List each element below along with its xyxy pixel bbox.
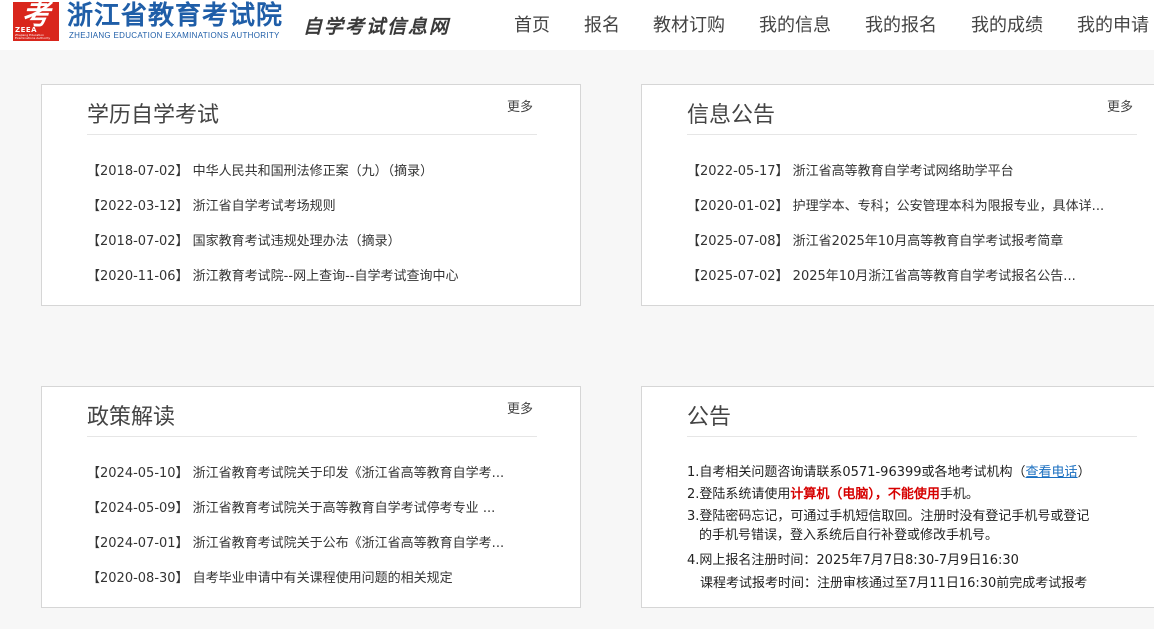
news-item[interactable]: 【2022-05-17】 浙江省高等教育自学考试网络助学平台 (687, 163, 1127, 181)
site-name: 自学考试信息网 (303, 16, 451, 38)
panel-title: 学历自学考试 (87, 103, 220, 128)
notice-emphasis: 计算机（电脑），不能使用 (790, 487, 940, 502)
notice-line-2: 2.登陆系统请使用计算机（电脑），不能使用手机。 (687, 486, 979, 504)
main-nav: 首页 报名 教材订购 我的信息 我的报名 我的成绩 我的申请 (500, 14, 1154, 38)
news-item[interactable]: 【2022-03-12】 浙江省自学考试考场规则 (87, 198, 527, 216)
news-item[interactable]: 【2024-07-01】 浙江省教育考试院关于公布《浙江省高等教育自学考... (87, 535, 527, 553)
notice-text: 1.自考相关问题咨询请联系0571-96399或各地考试机构（ (687, 465, 1026, 480)
notice-text: 手机。 (939, 487, 979, 502)
panel-info-announcements: 信息公告 更多 【2022-05-17】 浙江省高等教育自学考试网络助学平台 【… (641, 84, 1154, 306)
nav-my-scores[interactable]: 我的成绩 (971, 14, 1043, 38)
news-item[interactable]: 【2024-05-09】 浙江省教育考试院关于高等教育自学考试停考专业 ... (87, 500, 527, 518)
news-item[interactable]: 【2018-07-02】 中华人民共和国刑法修正案（九）（摘录） (87, 163, 527, 181)
news-item[interactable]: 【2020-01-02】 护理学本、专科；公安管理本科为限报专业，具体详... (687, 198, 1127, 216)
nav-my-applications[interactable]: 我的申请 (1077, 14, 1149, 38)
news-item[interactable]: 【2025-07-02】 2025年10月浙江省高等教育自学考试报名公告... (687, 268, 1127, 286)
logo-tiny-text: Zhejiang Education Examinations Authorit… (15, 33, 51, 40)
news-item[interactable]: 【2020-11-06】 浙江教育考试院--网上查询--自学考试查询中心 (87, 268, 527, 286)
nav-my-info[interactable]: 我的信息 (759, 14, 831, 38)
more-link[interactable]: 更多 (507, 96, 533, 115)
notice-line-3b: 的手机号错误，登入系统后自行补登或修改手机号。 (699, 528, 999, 543)
panel-title: 信息公告 (687, 103, 776, 128)
panel-divider (687, 134, 1137, 135)
news-item[interactable]: 【2025-07-08】 浙江省2025年10月高等教育自学考试报考简章 (687, 233, 1127, 251)
site-header: 考 ZEEA Zhejiang Education Examinations A… (0, 0, 1154, 50)
nav-home[interactable]: 首页 (514, 14, 550, 38)
view-phone-link[interactable]: 查看电话 (1026, 465, 1078, 480)
notice-line-1: 1.自考相关问题咨询请联系0571-96399或各地考试机构（查看电话） (687, 464, 1091, 482)
panel-title: 公告 (687, 405, 732, 430)
panel-divider (87, 436, 537, 437)
notice-line-4b: 课程考试报考时间：注册审核通过至7月11日16:30前完成考试报考 (700, 576, 1088, 591)
news-item[interactable]: 【2018-07-02】 国家教育考试违规处理办法（摘录） (87, 233, 527, 251)
panel-divider (687, 436, 1137, 437)
org-name-en: ZHEJIANG EDUCATION EXAMINATIONS AUTHORIT… (69, 31, 280, 40)
notice-line-3a: 3.登陆密码忘记，可通过手机短信取回。注册时没有登记手机号或登记 (687, 509, 1090, 524)
nav-my-registration[interactable]: 我的报名 (865, 14, 937, 38)
more-link[interactable]: 更多 (507, 398, 533, 417)
nav-textbook-order[interactable]: 教材订购 (653, 14, 725, 38)
notice-line-4a: 4.网上报名注册时间：2025年7月7日8:30-7月9日16:30 (687, 553, 1019, 568)
panel-notice: 公告 1.自考相关问题咨询请联系0571-96399或各地考试机构（查看电话） … (641, 386, 1154, 608)
news-item[interactable]: 【2024-05-10】 浙江省教育考试院关于印发《浙江省高等教育自学考... (87, 465, 527, 483)
org-name[interactable]: 浙江省教育考试院 (67, 0, 283, 32)
notice-text: ） (1077, 465, 1091, 480)
nav-register[interactable]: 报名 (584, 14, 620, 38)
more-link[interactable]: 更多 (1107, 96, 1133, 115)
notice-text: 2.登陆系统请使用 (687, 487, 791, 502)
zeea-logo-icon[interactable]: 考 ZEEA Zhejiang Education Examinations A… (13, 2, 59, 41)
panel-academic-exam: 学历自学考试 更多 【2018-07-02】 中华人民共和国刑法修正案（九）（摘… (41, 84, 581, 306)
news-item[interactable]: 【2020-08-30】 自考毕业申请中有关课程使用问题的相关规定 (87, 570, 527, 588)
panel-title: 政策解读 (87, 405, 176, 430)
panel-divider (87, 134, 537, 135)
panel-policy-interpretation: 政策解读 更多 【2024-05-10】 浙江省教育考试院关于印发《浙江省高等教… (41, 386, 581, 608)
